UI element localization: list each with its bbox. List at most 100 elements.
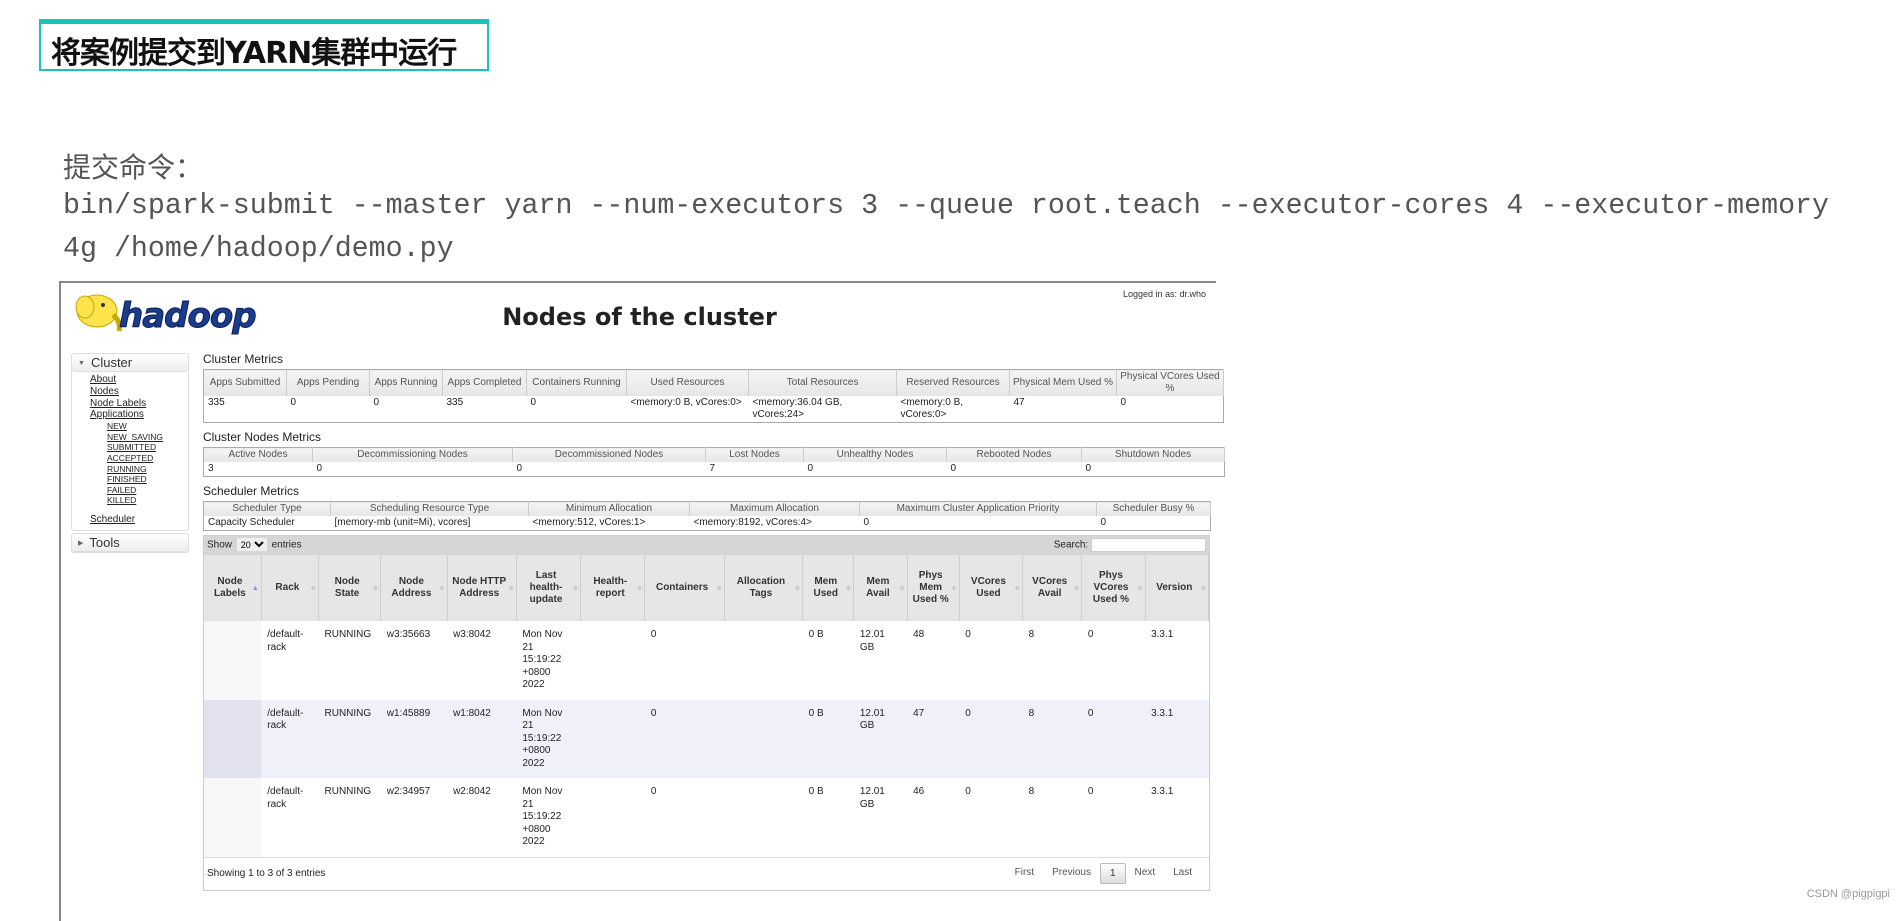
cell-node-labels — [204, 778, 262, 857]
caret-down-icon: ▼ — [78, 360, 85, 368]
cell-mem-avail: 12.01 GB — [853, 621, 908, 700]
node-http-link[interactable]: w3:8042 — [453, 629, 491, 640]
cell-health-report — [580, 621, 645, 700]
sidebar: ▼ Cluster About Nodes Node Labels Applica… — [71, 353, 189, 553]
value-decommissioning-nodes-link[interactable]: 0 — [317, 463, 323, 474]
header-active-nodes: Active Nodes — [203, 447, 313, 462]
column-label: VCores Used — [970, 576, 1006, 599]
sidebar-link-finished[interactable]: FINISHED — [90, 474, 188, 485]
last-page-button[interactable]: Last — [1164, 863, 1201, 884]
column-phys-vcores-used[interactable]: Phys VCores Used % ◆ — [1081, 555, 1146, 621]
column-label: Node Labels — [214, 576, 246, 599]
column-containers[interactable]: Containers ◆ — [644, 555, 725, 621]
sidebar-link-killed[interactable]: KILLED — [90, 495, 188, 506]
value-rebooted-nodes-link[interactable]: 0 — [951, 463, 957, 474]
previous-page-button[interactable]: Previous — [1043, 863, 1100, 884]
sidebar-link-accepted[interactable]: ACCEPTED — [90, 453, 188, 464]
cell-containers: 0 — [644, 621, 725, 700]
entries-label: entries — [271, 539, 302, 551]
watermark: CSDN @pigpigpi — [1806, 888, 1890, 900]
sidebar-tools-header[interactable]: ▶ Tools — [72, 533, 188, 552]
cell-last-health-update: Mon Nov 21 15:19:22 +0800 2022 — [516, 778, 581, 857]
column-version[interactable]: Version ◆ — [1145, 555, 1210, 621]
sort-icon: ◆ — [572, 585, 579, 592]
cell-mem-avail: 12.01 GB — [853, 778, 908, 857]
value-apps-pending: 0 — [290, 397, 297, 408]
value-reserved-resources: <memory:0 B, vCores:0> — [900, 397, 964, 420]
column-node-http-address[interactable]: Node HTTP Address ◆ — [447, 555, 517, 621]
column-label: VCores Avail — [1032, 576, 1068, 599]
cell-last-health-update: Mon Nov 21 15:19:22 +0800 2022 — [516, 699, 581, 778]
next-page-button[interactable]: Next — [1126, 863, 1165, 884]
value-decommissioned-nodes-link[interactable]: 0 — [517, 463, 523, 474]
cell-phys-mem-used: 46 — [907, 778, 960, 857]
value-apps-running: 0 — [373, 397, 380, 408]
cell-version: 3.3.1 — [1145, 778, 1209, 857]
entries-select[interactable]: 20 — [236, 538, 267, 551]
value-minimum-allocation: <memory:512, vCores:1> — [532, 517, 646, 528]
sidebar-link-new-saving[interactable]: NEW_SAVING — [90, 432, 188, 443]
cell-phys-mem-used: 47 — [907, 699, 960, 778]
value-lost-nodes-link[interactable]: 7 — [710, 463, 716, 474]
sort-icon: ◆ — [845, 585, 852, 592]
sidebar-link-failed[interactable]: FAILED — [90, 485, 188, 496]
cell-phys-vcores-used: 0 — [1081, 621, 1146, 700]
column-health-report[interactable]: Health-report ◆ — [580, 555, 646, 621]
column-mem-used[interactable]: Mem Used ◆ — [802, 555, 855, 621]
value-total-resources: <memory:36.04 GB, vCores:24> — [752, 397, 843, 420]
search-input[interactable] — [1091, 538, 1206, 552]
cell-version: 3.3.1 — [1145, 699, 1209, 778]
cell-vcores-avail: 8 — [1022, 778, 1082, 857]
sidebar-link-running[interactable]: RUNNING — [90, 464, 188, 475]
cell-mem-used: 0 B — [802, 778, 854, 857]
cell-node-state: RUNNING — [318, 699, 381, 778]
first-page-button[interactable]: First — [1006, 863, 1043, 884]
cell-node-http-address: w1:8042 — [447, 699, 517, 778]
pagination: First Previous 1 Next Last — [1006, 862, 1201, 884]
node-http-link[interactable]: w2:8042 — [453, 786, 491, 797]
cell-version: 3.3.1 — [1145, 621, 1209, 700]
column-node-state[interactable]: Node State ◆ — [318, 555, 382, 621]
column-label: Mem Used — [813, 576, 838, 599]
column-vcores-avail[interactable]: VCores Avail ◆ — [1022, 555, 1083, 621]
sidebar-link-new[interactable]: NEW — [90, 421, 188, 432]
sidebar-link-applications[interactable]: Applications — [90, 409, 188, 421]
column-allocation-tags[interactable]: Allocation Tags ◆ — [724, 555, 804, 621]
column-label: Version — [1156, 582, 1193, 593]
node-http-link[interactable]: w1:8042 — [453, 708, 491, 719]
nodes-table: Node Labels ▲ Rack ◆ Node State ◆ Node Address… — [204, 555, 1210, 857]
entries-info: Showing 1 to 3 of 3 entries — [207, 867, 326, 879]
sort-icon: ◆ — [1200, 585, 1206, 592]
header-reserved-resources: Reserved Resources — [896, 369, 1010, 396]
column-label: Mem Avail — [866, 576, 890, 599]
sidebar-link-about[interactable]: About — [90, 374, 188, 386]
sidebar-link-node-labels[interactable]: Node Labels — [90, 398, 188, 410]
sidebar-cluster-header[interactable]: ▼ Cluster — [72, 354, 188, 372]
sort-icon: ◆ — [899, 585, 905, 592]
column-last-health-update[interactable]: Last health-update ◆ — [516, 555, 582, 621]
column-rack[interactable]: Rack ◆ — [261, 555, 320, 621]
value-shutdown-nodes-link[interactable]: 0 — [1086, 463, 1092, 474]
sort-icon: ◆ — [1014, 585, 1021, 592]
header-lost-nodes: Lost Nodes — [705, 447, 804, 462]
cluster-nodes-metrics-label: Cluster Nodes Metrics — [203, 430, 322, 444]
column-phys-mem-used[interactable]: Phys Mem Used % ◆ — [907, 555, 960, 621]
page-1-button[interactable]: 1 — [1099, 862, 1126, 884]
sidebar-link-nodes[interactable]: Nodes — [90, 386, 188, 398]
tools-label: Tools — [89, 534, 120, 550]
column-node-labels[interactable]: Node Labels ▲ — [204, 555, 262, 621]
sidebar-link-submitted[interactable]: SUBMITTED — [90, 442, 188, 453]
cell-allocation-tags — [724, 778, 803, 857]
header-decommissioned-nodes: Decommissioned Nodes — [512, 447, 706, 462]
column-mem-avail[interactable]: Mem Avail ◆ — [853, 555, 908, 621]
yarn-ui-screenshot: hadoop Nodes of the cluster Logged in as… — [59, 281, 1225, 921]
value-unhealthy-nodes-link[interactable]: 0 — [808, 463, 814, 474]
value-shutdown-nodes: 0 — [1082, 462, 1225, 477]
cell-mem-used: 0 B — [802, 621, 854, 700]
column-node-address[interactable]: Node Address ◆ — [380, 555, 448, 621]
column-vcores-used[interactable]: VCores Used ◆ — [959, 555, 1024, 621]
value-maximum-cluster-application-priority: 0 — [863, 517, 870, 528]
value-active-nodes-link[interactable]: 3 — [208, 463, 214, 474]
cell-vcores-used: 0 — [959, 621, 1023, 700]
sidebar-link-scheduler[interactable]: Scheduler — [90, 514, 188, 526]
